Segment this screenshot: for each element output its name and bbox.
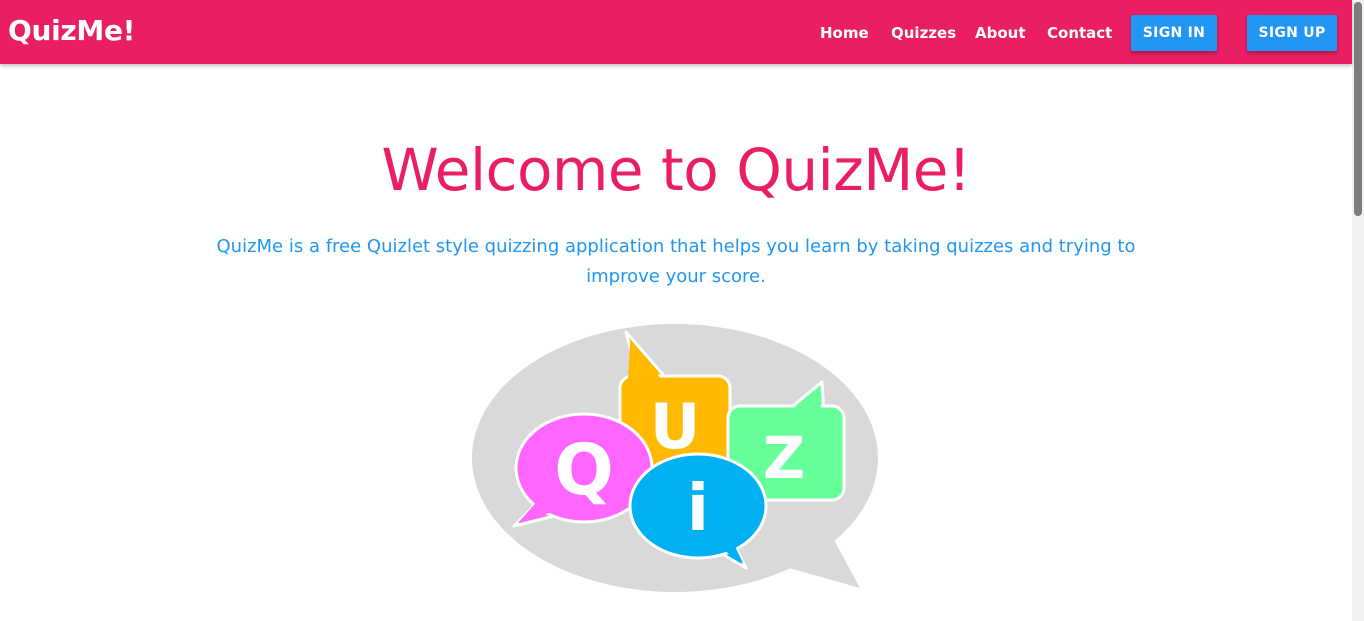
page: QuizMe! Home Quizzes About Contact SIGN … [0, 0, 1364, 621]
nav-about-link[interactable]: About [975, 24, 1026, 42]
nav-home-link[interactable]: Home [820, 24, 869, 42]
sign-in-button[interactable]: SIGN IN [1131, 15, 1217, 51]
app-description: QuizMe is a free Quizlet style quizzing … [216, 236, 1136, 287]
top-navbar: QuizMe! Home Quizzes About Contact SIGN … [0, 0, 1352, 64]
sign-up-button[interactable]: SIGN UP [1247, 15, 1337, 51]
vertical-scrollbar[interactable] [1352, 0, 1364, 621]
letter-i: i [687, 472, 709, 546]
quiz-logo-illustration: U Z Q i [472, 324, 878, 592]
letter-u: U [650, 390, 700, 463]
nav-contact-link[interactable]: Contact [1047, 24, 1112, 42]
welcome-heading: Welcome to QuizMe! [381, 136, 971, 204]
brand-logo-link[interactable]: QuizMe! [8, 14, 135, 47]
scrollbar-thumb[interactable] [1354, 2, 1362, 216]
letter-q: Q [554, 429, 614, 511]
letter-z: Z [763, 424, 805, 492]
nav-quizzes-link[interactable]: Quizzes [891, 24, 956, 42]
